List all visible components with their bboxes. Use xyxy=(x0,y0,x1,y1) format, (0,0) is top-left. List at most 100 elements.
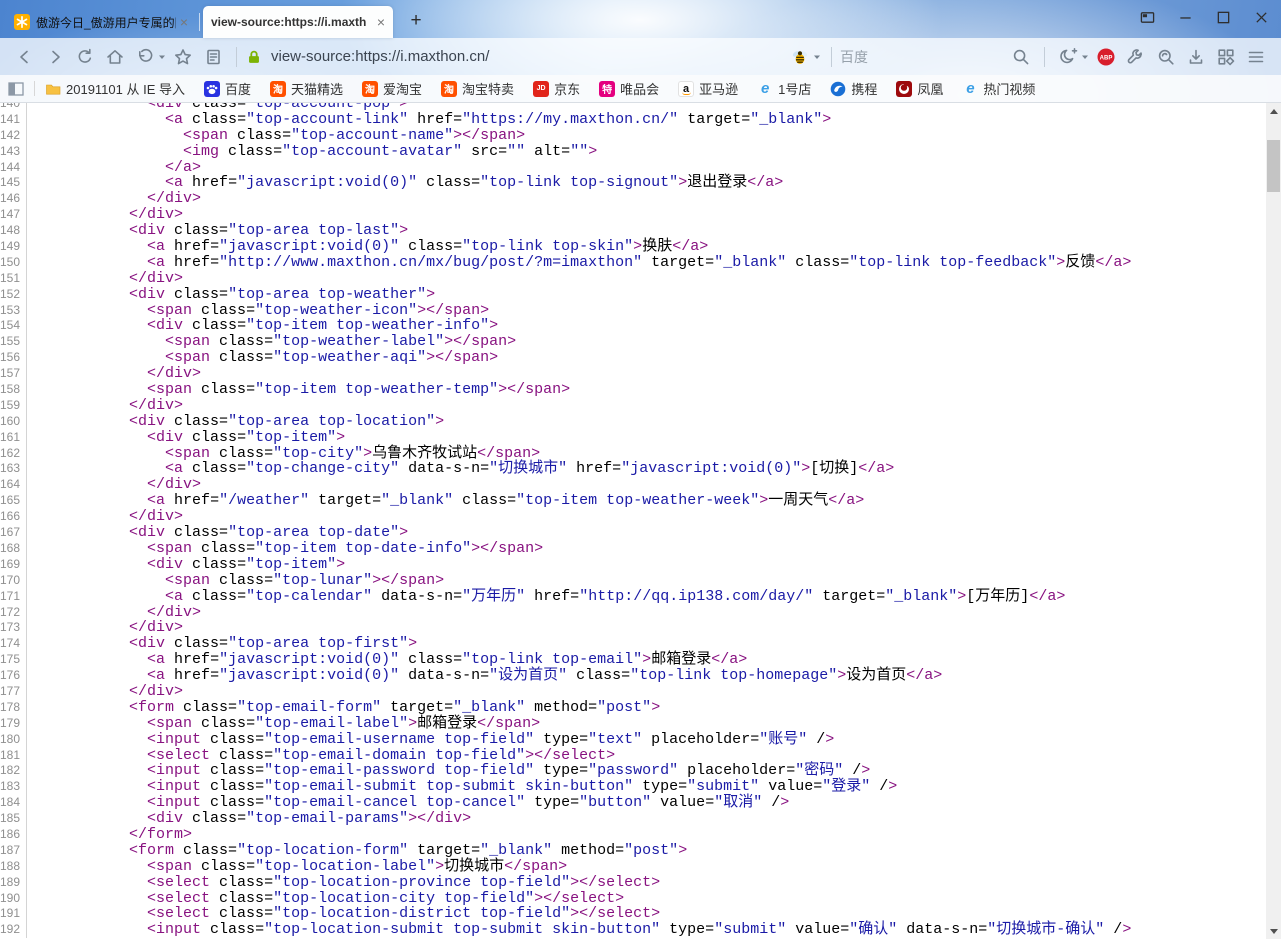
line-content: <div class="top-area top-location"> xyxy=(27,414,444,430)
source-line: 192 <input class="top-location-submit to… xyxy=(0,922,1266,938)
source-line: 151 </div> xyxy=(0,271,1266,287)
line-content: <div class="top-area top-weather"> xyxy=(27,287,435,303)
source-line: 155 <span class="top-weather-label"></sp… xyxy=(0,334,1266,350)
navigation-toolbar: view-source:https://i.maxthon.cn/ 百度 xyxy=(0,38,1281,75)
favorite-star-button[interactable] xyxy=(172,46,194,68)
tab-close-icon[interactable]: × xyxy=(180,15,188,29)
search-input[interactable]: 百度 xyxy=(840,46,1036,68)
line-content: <a href="javascript:void(0)" class="top-… xyxy=(27,239,708,255)
vertical-scrollbar[interactable] xyxy=(1266,103,1281,939)
resource-sniffer-icon[interactable] xyxy=(1155,46,1177,68)
bookmark-item-aitaobao[interactable]: 淘 爱淘宝 xyxy=(362,79,422,98)
source-line: 154 <div class="top-item top-weather-inf… xyxy=(0,318,1266,334)
line-number: 169 xyxy=(0,557,27,573)
toolbar-separator xyxy=(236,47,237,67)
source-line: 187 <form class="top-location-form" targ… xyxy=(0,843,1266,859)
line-number: 141 xyxy=(0,112,27,128)
maximize-button[interactable] xyxy=(1216,10,1231,25)
bookmark-item-taobao-temai[interactable]: 淘 淘宝特卖 xyxy=(441,79,514,98)
line-content: <img class="top-account-avatar" src="" a… xyxy=(27,144,597,160)
search-engine-caret[interactable] xyxy=(813,53,821,61)
source-line: 148 <div class="top-area top-last"> xyxy=(0,223,1266,239)
source-line: 141 <a class="top-account-link" href="ht… xyxy=(0,112,1266,128)
browser-chrome: 傲游今日_傲游用户专属的网 × view-source:https://i.ma… xyxy=(0,0,1281,103)
line-number: 147 xyxy=(0,207,27,223)
source-lines: 140 <div class="top-account-pop">141 <a … xyxy=(0,103,1266,938)
undo-button[interactable] xyxy=(134,46,156,68)
line-content: <a href="/weather" target="_blank" class… xyxy=(27,493,864,509)
line-number: 151 xyxy=(0,271,27,287)
tab-maxthon-today[interactable]: 傲游今日_傲游用户专属的网 × xyxy=(6,6,196,38)
refresh-button[interactable] xyxy=(74,46,96,68)
taobao-icon: 淘 xyxy=(441,81,457,97)
undo-dropdown-caret[interactable] xyxy=(158,53,166,61)
snap-note-button[interactable] xyxy=(202,46,224,68)
home-button[interactable] xyxy=(104,46,126,68)
line-content: <div class="top-area top-first"> xyxy=(27,636,417,652)
back-button[interactable] xyxy=(14,46,36,68)
download-icon[interactable] xyxy=(1185,46,1207,68)
line-content: <a href="javascript:void(0)" class="top-… xyxy=(27,175,783,191)
source-line: 166 </div> xyxy=(0,509,1266,525)
address-bar[interactable]: view-source:https://i.maxthon.cn/ xyxy=(245,48,785,66)
source-line: 188 <span class="top-location-label">切换城… xyxy=(0,859,1266,875)
tab-view-source[interactable]: view-source:https://i.maxth × xyxy=(203,6,393,38)
line-number: 168 xyxy=(0,541,27,557)
line-number: 190 xyxy=(0,891,27,907)
url-text[interactable]: view-source:https://i.maxthon.cn/ xyxy=(271,48,489,65)
bookmark-item-jd[interactable]: JD 京东 xyxy=(533,79,580,98)
vip-icon: 特 xyxy=(599,81,615,97)
folder-icon xyxy=(45,81,61,97)
line-number: 173 xyxy=(0,620,27,636)
line-number: 154 xyxy=(0,318,27,334)
line-content: <select class="top-location-city top-fie… xyxy=(27,891,624,907)
line-content: <div class="top-item top-weather-info"> xyxy=(27,318,498,334)
scroll-down-arrow[interactable] xyxy=(1266,923,1281,939)
source-line: 143 <img class="top-account-avatar" src=… xyxy=(0,144,1266,160)
night-mode-caret[interactable] xyxy=(1081,53,1089,61)
bookmark-item-vip[interactable]: 特 唯品会 xyxy=(599,79,659,98)
source-line: 158 <span class="top-item top-weather-te… xyxy=(0,382,1266,398)
source-line: 168 <span class="top-item top-date-info"… xyxy=(0,541,1266,557)
split-screen-grid-icon[interactable] xyxy=(1215,46,1237,68)
night-mode-icon[interactable] xyxy=(1057,46,1079,68)
layout-toggle-icon[interactable] xyxy=(1140,10,1155,25)
main-menu-icon[interactable] xyxy=(1245,46,1267,68)
forward-button[interactable] xyxy=(44,46,66,68)
scroll-up-arrow[interactable] xyxy=(1266,103,1281,119)
bookmark-item-ctrip[interactable]: 携程 xyxy=(830,79,877,98)
line-number: 186 xyxy=(0,827,27,843)
bookmark-folder-import[interactable]: 20191101 从 IE 导入 xyxy=(45,79,185,98)
search-engine-bee-icon[interactable] xyxy=(789,46,811,68)
minimize-button[interactable] xyxy=(1178,10,1193,25)
line-number: 166 xyxy=(0,509,27,525)
scrollbar-thumb[interactable] xyxy=(1267,140,1280,192)
bookmark-item-baidu[interactable]: 百度 xyxy=(204,79,251,98)
source-line: 174 <div class="top-area top-first"> xyxy=(0,636,1266,652)
tools-separator xyxy=(1044,47,1045,67)
line-number: 179 xyxy=(0,716,27,732)
bookmark-item-yhd[interactable]: e 1号店 xyxy=(757,79,811,98)
line-number: 161 xyxy=(0,430,27,446)
line-content: </div> xyxy=(27,620,183,636)
bookmark-item-amazon[interactable]: a 亚马逊 xyxy=(678,79,738,98)
line-content: <select class="top-location-province top… xyxy=(27,875,660,891)
sidebar-toggle-icon[interactable] xyxy=(8,82,24,96)
adblock-plus-icon[interactable]: ABP xyxy=(1095,46,1117,68)
source-line: 142 <span class="top-account-name"></spa… xyxy=(0,128,1266,144)
search-icon[interactable] xyxy=(1010,46,1032,68)
close-button[interactable] xyxy=(1254,10,1269,25)
line-number: 187 xyxy=(0,843,27,859)
line-content: <a href="javascript:void(0)" class="top-… xyxy=(27,652,747,668)
new-tab-button[interactable]: + xyxy=(403,8,429,34)
bookmark-item-tmall[interactable]: 淘 天猫精选 xyxy=(270,79,343,98)
bookmark-item-hot-video[interactable]: e 热门视频 xyxy=(962,79,1035,98)
line-content: <span class="top-account-name"></span> xyxy=(27,128,525,144)
ie-e-icon: e xyxy=(962,81,978,97)
line-number: 140 xyxy=(0,103,27,112)
tab-close-icon[interactable]: × xyxy=(377,15,385,29)
line-number: 155 xyxy=(0,334,27,350)
developer-wrench-icon[interactable] xyxy=(1125,46,1147,68)
svg-text:ABP: ABP xyxy=(1100,55,1113,61)
bookmark-item-ifeng[interactable]: 凤凰 xyxy=(896,79,943,98)
